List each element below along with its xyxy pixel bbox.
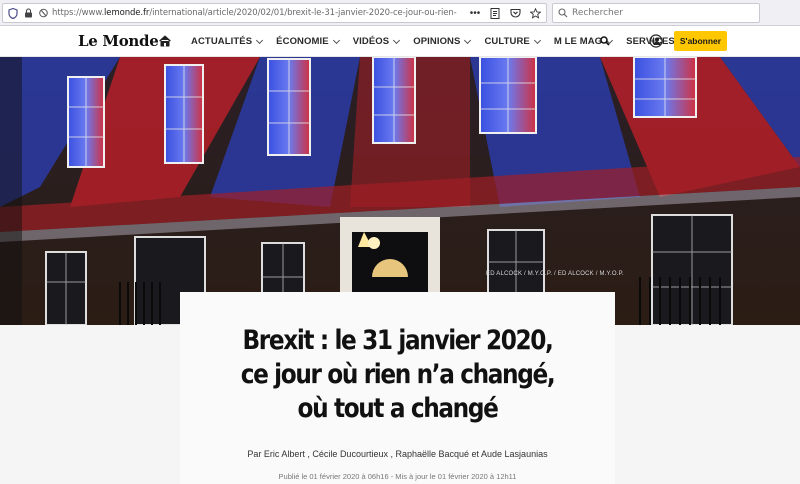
chevron-down-icon [533, 36, 541, 44]
headline-line: ce jour où rien n’a changé, [240, 359, 556, 390]
headline-line: où tout a changé [297, 393, 499, 424]
nav-economie[interactable]: ÉCONOMIE [276, 36, 340, 47]
pocket-icon[interactable] [508, 6, 522, 20]
bookmark-star-icon[interactable] [528, 6, 542, 20]
url-path: /international/article/2020/02/01/brexit… [149, 8, 457, 18]
chevron-down-icon [464, 36, 472, 44]
nav-actualites[interactable]: ACTUALITÉS [191, 36, 264, 47]
search-bar[interactable] [552, 3, 760, 23]
chevron-down-icon [332, 36, 340, 44]
nav-item-label: M LE MAG [553, 36, 603, 47]
url-domain: lemonde.fr [104, 8, 150, 18]
hero-image: ED ALCOCK / M.Y.O.P. / ED ALCOCK / M.Y.O… [0, 57, 800, 325]
main-nav: ACTUALITÉS ÉCONOMIE VIDÉOS OPINIONS CULT… [191, 26, 699, 57]
permissions-icon[interactable] [37, 7, 49, 19]
more-actions-icon[interactable]: ••• [468, 6, 482, 20]
search-input[interactable] [572, 8, 752, 18]
nav-item-label: ÉCONOMIE [276, 36, 329, 47]
nav-opinions[interactable]: OPINIONS [413, 36, 472, 47]
chevron-down-icon [393, 36, 401, 44]
chevron-down-icon [256, 36, 264, 44]
nav-item-label: ACTUALITÉS [191, 36, 253, 47]
shield-icon[interactable] [7, 7, 19, 19]
article-headline: Brexit : le 31 janvier 2020, ce jour où … [210, 324, 584, 426]
nav-item-label: CULTURE [484, 36, 530, 47]
url-prefix: https://www. [52, 8, 105, 18]
site-header: Le Monde ACTUALITÉS ÉCONOMIE VIDÉOS OPIN… [0, 26, 800, 57]
article-dates: Publié le 01 février 2020 à 06h16 - Mis … [278, 472, 517, 481]
home-icon[interactable] [158, 34, 172, 48]
article-authors[interactable]: Par Eric Albert , Cécile Ducourtieux , R… [180, 449, 615, 459]
downing-street-photo [0, 57, 800, 325]
subscribe-button[interactable]: S'abonner [674, 31, 727, 51]
headline-line: Brexit : le 31 janvier 2020, [242, 325, 553, 356]
browser-toolbar: https://www.lemonde.fr/international/art… [0, 0, 800, 26]
nav-videos[interactable]: VIDÉOS [352, 36, 401, 47]
url-text[interactable]: https://www.lemonde.fr/international/art… [52, 8, 457, 18]
reader-view-icon[interactable] [488, 6, 502, 20]
address-bar[interactable]: https://www.lemonde.fr/international/art… [2, 3, 547, 23]
lock-icon[interactable] [22, 7, 34, 19]
le-monde-logo[interactable]: Le Monde [78, 32, 159, 50]
nav-item-label: OPINIONS [413, 36, 461, 47]
nav-item-label: VIDÉOS [352, 36, 390, 47]
nav-culture[interactable]: CULTURE [484, 36, 541, 47]
account-icon[interactable] [649, 34, 663, 48]
search-icon[interactable] [600, 36, 610, 46]
photo-credit: ED ALCOCK / M.Y.O.P. / ED ALCOCK / M.Y.O… [486, 271, 624, 277]
search-icon [558, 8, 568, 18]
